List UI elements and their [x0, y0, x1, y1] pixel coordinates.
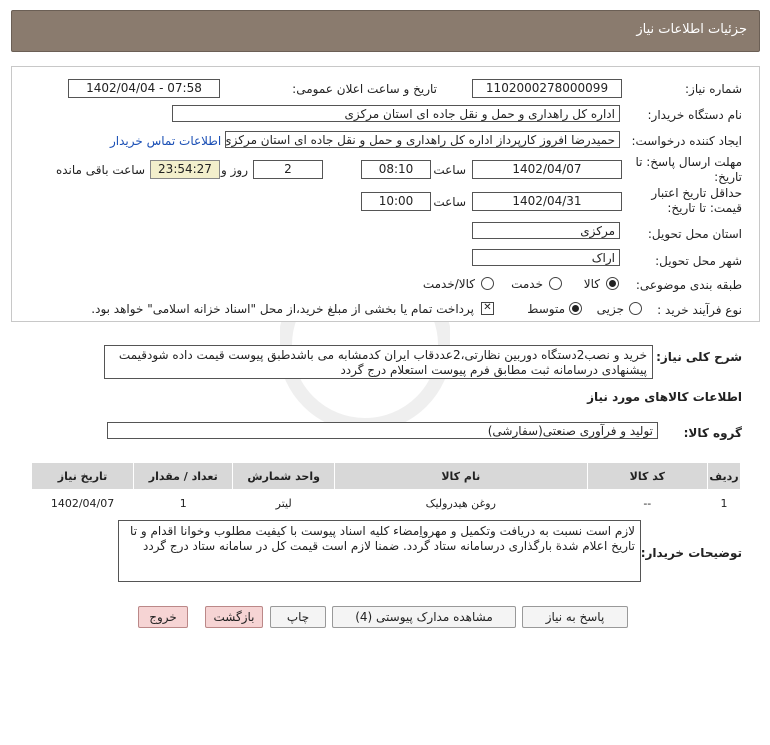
need-number-field: 1102000278000099	[472, 79, 622, 98]
category-option-goods: کالا	[583, 277, 600, 291]
days-label: روز و	[221, 163, 248, 177]
col-code: کد کالا	[586, 462, 709, 490]
payment-note: پرداخت تمام یا بخشی از مبلغ خرید،از محل …	[91, 302, 474, 316]
attachments-button[interactable]: مشاهده مدارک پیوستی (4)	[332, 606, 516, 628]
col-unit: واحد شمارش	[232, 462, 335, 490]
category-option-both: کالا/خدمت	[422, 277, 475, 291]
col-date: تاریخ نیاز	[30, 462, 135, 490]
summary-text: خرید و نصب2دستگاه دوربین نظارتی،2عددقاب …	[104, 345, 653, 379]
validity-label-1: حداقل تاریخ اعتبار	[651, 186, 742, 200]
row-index: 1	[707, 489, 741, 516]
summary-label: شرح کلی نیاز:	[656, 350, 742, 364]
announce-field: 1402/04/04 - 07:58	[68, 79, 220, 98]
buyer-notes-label: توضیحات خریدار:	[640, 546, 742, 560]
row-name: روغن هیدرولیک	[334, 489, 588, 516]
goods-section-title: اطلاعات کالاهای مورد نیاز	[587, 390, 742, 404]
province-label: استان محل تحویل:	[647, 227, 742, 241]
deadline-time-field: 08:10	[361, 160, 431, 179]
process-option-minor: جزیی	[596, 302, 624, 316]
announce-label: تاریخ و ساعت اعلان عمومی:	[292, 82, 437, 96]
category-option-service: خدمت	[511, 277, 543, 291]
need-number-label: شماره نیاز:	[685, 82, 742, 96]
validity-date-field: 1402/04/31	[472, 192, 622, 211]
page-title: جزئیات اطلاعات نیاز	[636, 22, 747, 37]
process-radio-minor[interactable]	[629, 302, 642, 315]
goods-group-field: تولید و فرآوری صنعتی(سفارشی)	[107, 422, 658, 439]
remaining-label: ساعت باقی مانده	[55, 163, 145, 177]
print-button[interactable]: چاپ	[270, 606, 326, 628]
reply-button[interactable]: پاسخ به نیاز	[522, 606, 628, 628]
payment-checkbox[interactable]: ✕	[481, 302, 494, 315]
buyer-contact-link[interactable]: اطلاعات تماس خریدار	[110, 134, 221, 148]
row-qty: 1	[133, 489, 233, 516]
validity-label-2: قیمت: تا تاریخ:	[667, 201, 742, 215]
province-field: مرکزی	[472, 222, 620, 239]
deadline-label-1: مهلت ارسال پاسخ: تا	[635, 155, 742, 169]
deadline-time-label: ساعت	[433, 163, 466, 177]
goods-table: ردیف کد کالا نام کالا واحد شمارش تعداد /…	[30, 462, 741, 516]
days-field: 2	[253, 160, 323, 179]
validity-time-label: ساعت	[433, 195, 466, 209]
deadline-date-field: 1402/04/07	[472, 160, 622, 179]
process-label: نوع فرآیند خرید :	[657, 303, 742, 317]
col-qty: تعداد / مقدار	[133, 462, 234, 490]
row-date: 1402/04/07	[31, 489, 134, 516]
city-field: اراک	[472, 249, 620, 266]
city-label: شهر محل تحویل:	[655, 254, 742, 268]
buyer-notes-text: لازم است نسبت به دریافت وتکمیل و مهرواِم…	[118, 520, 641, 582]
creator-label: ایجاد کننده درخواست:	[631, 134, 742, 148]
goods-group-label: گروه کالا:	[683, 426, 742, 440]
validity-time-field: 10:00	[361, 192, 431, 211]
remaining-time-field: 23:54:27	[150, 160, 220, 179]
buyer-org-field: اداره کل راهداری و حمل و نقل جاده ای است…	[172, 105, 620, 122]
goods-table-header: ردیف کد کالا نام کالا واحد شمارش تعداد /…	[30, 462, 741, 490]
deadline-label-2: تاریخ:	[714, 170, 742, 184]
back-button[interactable]: بازگشت	[205, 606, 263, 628]
row-code: --	[587, 489, 708, 516]
row-unit: لیتر	[232, 489, 335, 516]
col-name: نام کالا	[333, 462, 588, 490]
exit-button[interactable]: خروج	[138, 606, 188, 628]
page-header: جزئیات اطلاعات نیاز	[11, 10, 760, 52]
col-index: ردیف	[707, 462, 741, 490]
buyer-org-label: نام دستگاه خریدار:	[647, 108, 743, 122]
category-radio-service[interactable]	[549, 277, 562, 290]
process-option-medium: متوسط	[527, 302, 565, 316]
category-radio-goods[interactable]	[606, 277, 619, 290]
table-row: 1 -- روغن هیدرولیک لیتر 1 1402/04/07	[31, 489, 741, 516]
category-label: طبقه بندی موضوعی:	[635, 278, 742, 292]
process-radio-medium[interactable]	[569, 302, 582, 315]
creator-field: حمیدرضا افروز کارپرداز اداره کل راهداری …	[225, 131, 620, 148]
category-radio-both[interactable]	[481, 277, 494, 290]
